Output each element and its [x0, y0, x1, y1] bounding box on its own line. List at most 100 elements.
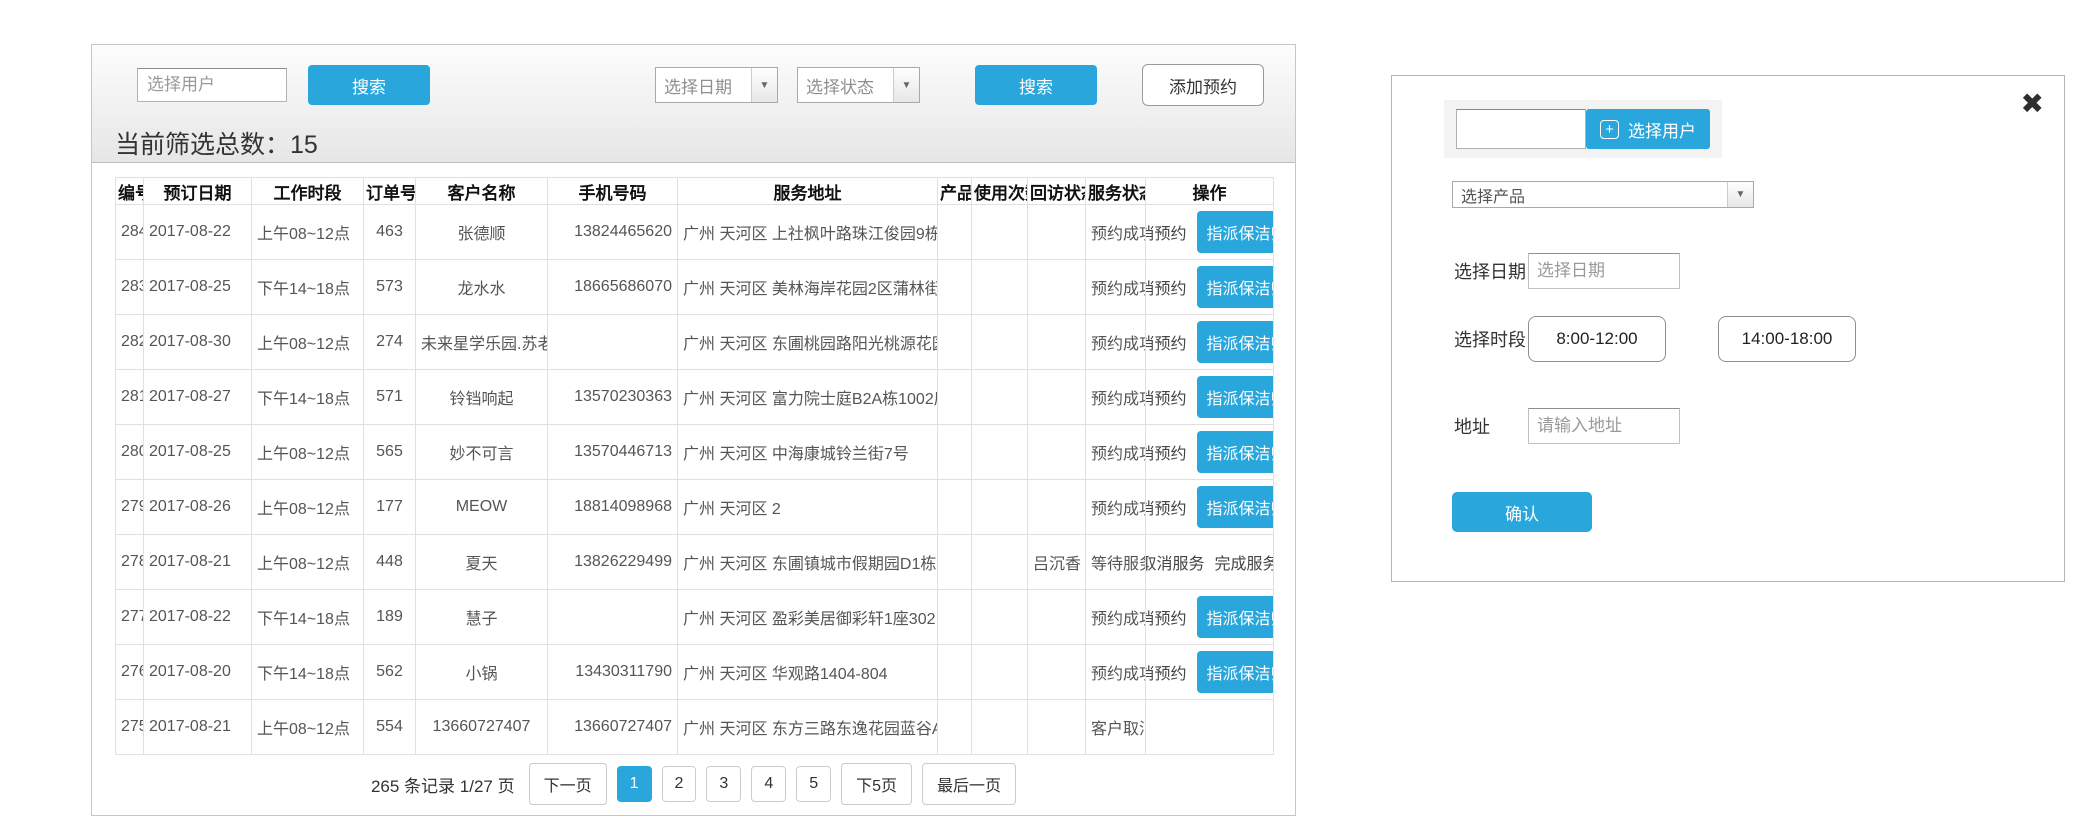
page-button[interactable]: 下一页 — [529, 763, 607, 805]
row-action-link[interactable]: 完成服务 — [1215, 550, 1274, 574]
page-button[interactable]: 3 — [706, 766, 741, 802]
cell-followup — [1028, 425, 1086, 480]
address-input[interactable] — [1528, 408, 1680, 444]
cell-customer: 张德顺 — [416, 205, 548, 260]
cell-date: 2017-08-25 — [144, 425, 252, 480]
slot-afternoon-button[interactable]: 14:00-18:00 — [1718, 316, 1856, 362]
assign-cleaner-button[interactable]: 指派保洁师 — [1197, 486, 1274, 528]
table-row: 2842017-08-22上午08~12点463张德顺13824465620广州… — [116, 205, 1274, 260]
filter-total-summary: 当前筛选总数：15 — [115, 125, 318, 161]
plus-icon: + — [1600, 120, 1619, 139]
cell-status: 预约成功 — [1086, 645, 1146, 700]
page-button[interactable]: 最后一页 — [922, 763, 1016, 805]
table-row: 2812017-08-27下午14~18点571铃铛响起13570230363广… — [116, 370, 1274, 425]
cell-address: 广州 天河区 中海康城铃兰街7号 — [678, 425, 938, 480]
selected-user-input[interactable] — [1456, 109, 1586, 149]
cell-slot: 上午08~12点 — [252, 205, 364, 260]
row-action-link[interactable]: 取消服务 — [1146, 550, 1205, 574]
assign-cleaner-button[interactable]: 指派保洁师 — [1197, 431, 1274, 473]
date-filter-select[interactable]: 选择日期 ▼ — [655, 67, 778, 103]
cell-product — [938, 590, 972, 645]
table-row: 2832017-08-25下午14~18点573龙水水18665686070广州… — [116, 260, 1274, 315]
cell-order: 573 — [364, 260, 416, 315]
cell-address: 广州 天河区 上社枫叶路珠江俊园9栋1105室 — [678, 205, 938, 260]
slot-morning-button[interactable]: 8:00-12:00 — [1528, 316, 1666, 362]
close-icon[interactable]: ✖ — [2021, 90, 2044, 118]
cell-usage — [972, 645, 1028, 700]
cell-product — [938, 370, 972, 425]
assign-cleaner-button[interactable]: 指派保洁师 — [1197, 596, 1274, 638]
cell-address: 广州 天河区 2 — [678, 480, 938, 535]
cell-usage — [972, 260, 1028, 315]
cell-actions: 取消预约指派保洁师 — [1146, 480, 1274, 535]
assign-cleaner-button[interactable]: 指派保洁师 — [1197, 321, 1274, 363]
cell-status: 等待服务 — [1086, 535, 1146, 590]
cell-date: 2017-08-20 — [144, 645, 252, 700]
column-header: 操作 — [1146, 178, 1274, 205]
cell-followup: 吕沉香 — [1028, 535, 1086, 590]
cell-usage — [972, 425, 1028, 480]
assign-cleaner-button[interactable]: 指派保洁师 — [1197, 651, 1274, 693]
row-action-link[interactable]: 取消预约 — [1146, 275, 1187, 299]
row-action-link[interactable]: 取消预约 — [1146, 440, 1187, 464]
cell-usage — [972, 590, 1028, 645]
cell-actions: 取消预约指派保洁师 — [1146, 590, 1274, 645]
column-header: 服务地址 — [678, 178, 938, 205]
page-button[interactable]: 2 — [662, 766, 697, 802]
filter-toolbar: 搜索 选择日期 ▼ 选择状态 ▼ 搜索 添加预约 当前筛选总数：15 — [92, 45, 1295, 163]
booking-list-panel: 搜索 选择日期 ▼ 选择状态 ▼ 搜索 添加预约 当前筛选总数：15 编号预订日… — [91, 44, 1296, 816]
search-filter-button[interactable]: 搜索 — [975, 65, 1097, 105]
confirm-button[interactable]: 确认 — [1452, 492, 1592, 532]
cell-phone: 18665686070 — [548, 260, 678, 315]
page-button[interactable]: 4 — [751, 766, 786, 802]
page-button[interactable]: 1 — [617, 766, 652, 802]
cell-id: 279 — [116, 480, 144, 535]
column-header: 订单号 — [364, 178, 416, 205]
select-user-button[interactable]: + 选择用户 — [1586, 109, 1710, 149]
cell-phone: 13826229499 — [548, 535, 678, 590]
cell-id: 281 — [116, 370, 144, 425]
cell-phone: 13570446713 — [548, 425, 678, 480]
date-input[interactable] — [1528, 253, 1680, 289]
product-select[interactable]: 选择产品 ▼ — [1452, 181, 1754, 208]
cell-address: 广州 天河区 东圃镇城市假期园D1栋906 — [678, 535, 938, 590]
row-action-link[interactable]: 取消预约 — [1146, 660, 1187, 684]
row-action-link[interactable]: 取消预约 — [1146, 385, 1187, 409]
cell-id: 284 — [116, 205, 144, 260]
cell-usage — [972, 700, 1028, 755]
cell-phone — [548, 315, 678, 370]
add-booking-button[interactable]: 添加预约 — [1142, 64, 1264, 106]
table-row: 2772017-08-22下午14~18点189慧子广州 天河区 盈彩美居御彩轩… — [116, 590, 1274, 645]
row-action-link[interactable]: 取消预约 — [1146, 605, 1187, 629]
cell-phone: 18814098968 — [548, 480, 678, 535]
row-action-link[interactable]: 取消预约 — [1146, 220, 1187, 244]
page-button[interactable]: 5 — [796, 766, 831, 802]
status-filter-select[interactable]: 选择状态 ▼ — [797, 67, 920, 103]
assign-cleaner-button[interactable]: 指派保洁师 — [1197, 266, 1274, 308]
cell-usage — [972, 535, 1028, 590]
row-action-link[interactable]: 取消预约 — [1146, 495, 1187, 519]
cell-order: 274 — [364, 315, 416, 370]
cell-actions: 取消预约指派保洁师 — [1146, 425, 1274, 480]
cell-product — [938, 645, 972, 700]
column-header: 客户名称 — [416, 178, 548, 205]
page-button[interactable]: 下5页 — [841, 763, 912, 805]
cell-date: 2017-08-25 — [144, 260, 252, 315]
cell-product — [938, 205, 972, 260]
assign-cleaner-button[interactable]: 指派保洁师 — [1197, 376, 1274, 418]
cell-customer: 夏天 — [416, 535, 548, 590]
user-filter-input[interactable] — [137, 68, 287, 102]
row-action-link[interactable]: 取消预约 — [1146, 330, 1187, 354]
cell-followup — [1028, 700, 1086, 755]
assign-cleaner-button[interactable]: 指派保洁师 — [1197, 211, 1274, 253]
search-user-button[interactable]: 搜索 — [308, 65, 430, 105]
status-filter-value: 选择状态 — [798, 73, 893, 98]
cell-followup — [1028, 645, 1086, 700]
address-label: 地址 — [1454, 413, 1528, 439]
cell-status: 预约成功 — [1086, 315, 1146, 370]
cell-followup — [1028, 315, 1086, 370]
product-select-value: 选择产品 — [1453, 183, 1727, 207]
cell-product — [938, 425, 972, 480]
cell-phone: 13570230363 — [548, 370, 678, 425]
pagination: 265 条记录 1/27 页 下一页12345下5页最后一页 — [92, 763, 1295, 805]
